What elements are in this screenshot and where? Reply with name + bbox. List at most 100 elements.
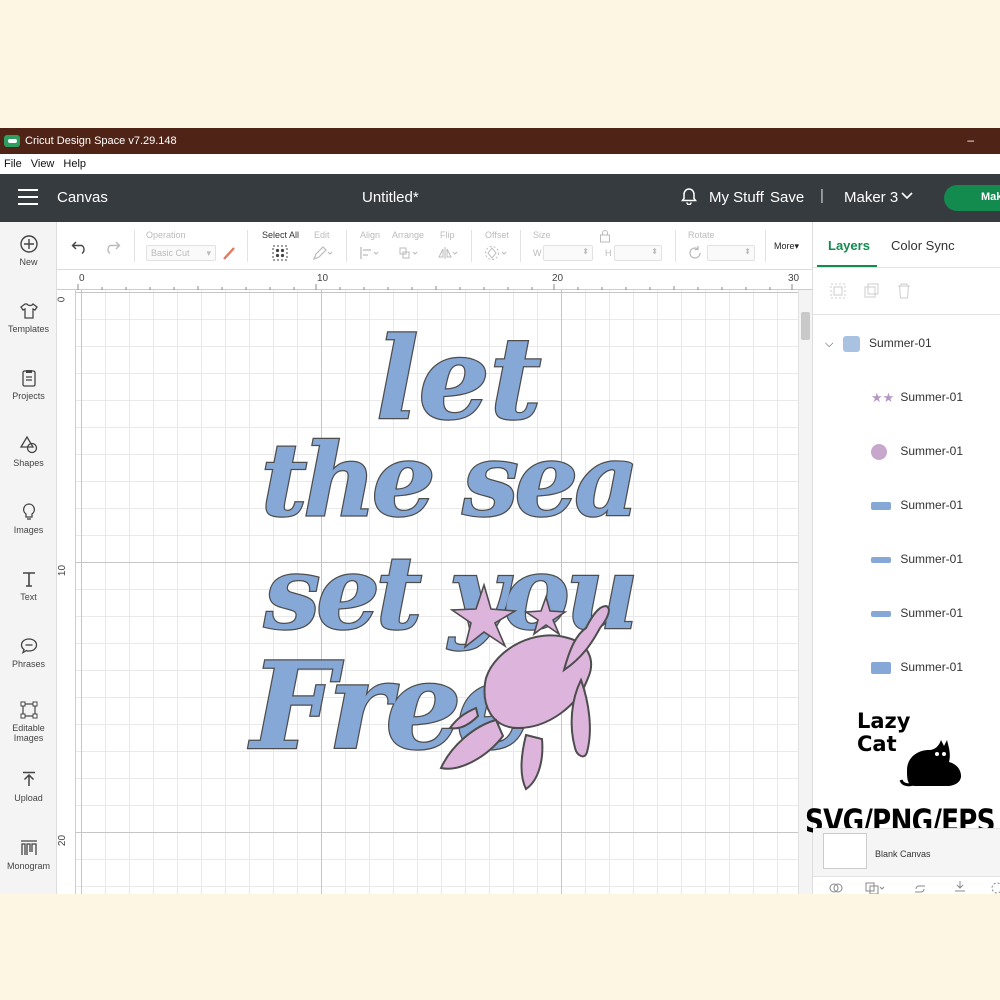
sidebar-item-new[interactable]: New [0, 234, 57, 267]
ruler-tick-label: 0 [56, 296, 68, 303]
toolbar-divider [675, 230, 676, 262]
sidebar-item-text[interactable]: Text [0, 569, 57, 602]
layer-name: Summer-01 [900, 552, 964, 566]
sidebar-label: Images [13, 525, 44, 535]
slice-icon[interactable] [829, 881, 843, 894]
layer-item-turtle[interactable]: Summer-01 [871, 444, 963, 460]
design-line-free[interactable]: Free [247, 635, 535, 779]
group-layers-icon[interactable] [829, 282, 847, 300]
arrange-icon[interactable] [397, 245, 421, 261]
plus-circle-icon [19, 235, 38, 253]
layer-item-free[interactable]: Summer-01 [871, 498, 963, 512]
machine-selector[interactable]: Maker 3 [844, 189, 898, 206]
toolbar-divider [134, 230, 135, 262]
menu-file[interactable]: File [4, 158, 22, 170]
bell-icon[interactable] [681, 187, 697, 205]
design-canvas[interactable]: let the sea set you Free [76, 290, 798, 894]
ruler-tick-label: 10 [57, 564, 69, 577]
ruler-tick-label: 0 [79, 273, 85, 284]
tab-color-sync[interactable]: Color Sync [891, 238, 955, 253]
layer-name: Summer-01 [900, 498, 964, 512]
offset-icon[interactable] [483, 245, 511, 261]
align-icon[interactable] [358, 245, 382, 261]
design-artwork[interactable]: let the sea set you Free [76, 290, 798, 894]
minimize-button[interactable]: – [967, 133, 974, 147]
edit-icon[interactable] [312, 245, 334, 261]
height-input[interactable]: ⬍ [614, 245, 662, 261]
toolbar-divider [247, 230, 248, 262]
blank-canvas-swatch[interactable] [823, 833, 867, 869]
width-label: W [533, 248, 542, 258]
the-sea-thumbnail-icon [871, 610, 891, 617]
operation-select[interactable]: Basic Cut ▾ [146, 245, 216, 261]
ruler-tick-label: 10 [317, 273, 329, 284]
ruler-tick-label: 30 [788, 273, 800, 284]
layer-item-let[interactable]: Summer-01 [871, 660, 963, 674]
save-button[interactable]: Save [770, 189, 804, 206]
contour-icon[interactable] [989, 881, 1000, 894]
blank-canvas-row[interactable]: Blank Canvas [813, 828, 1000, 876]
my-stuff-link[interactable]: My Stuff [709, 189, 764, 206]
select-all-icon[interactable] [271, 244, 289, 262]
layer-name: Summer-01 [869, 336, 932, 351]
free-text-thumbnail-icon [871, 501, 891, 510]
make-button[interactable]: Mak [944, 185, 1000, 211]
combine-icon[interactable] [865, 881, 887, 894]
flip-label: Flip [440, 230, 455, 240]
chevron-down-icon[interactable] [901, 191, 913, 201]
tab-layers[interactable]: Layers [828, 238, 870, 253]
width-input[interactable]: ⬍ [543, 245, 593, 261]
shirt-icon [19, 303, 38, 319]
operation-value: Basic Cut [151, 248, 190, 258]
sidebar-label: New [19, 257, 38, 267]
app-header: Canvas Untitled* My Stuff Save | Maker 3… [0, 174, 1000, 222]
menu-bar: File View Help [0, 154, 1000, 174]
sidebar-item-phrases[interactable]: Phrases [0, 636, 57, 669]
layer-item-stars[interactable]: ★★ Summer-01 [871, 390, 963, 406]
sidebar-item-templates[interactable]: Templates [0, 301, 57, 334]
sidebar-item-editable-images[interactable]: Editable Images [0, 700, 57, 743]
sidebar-label: Projects [12, 391, 45, 401]
undo-icon[interactable] [71, 240, 89, 254]
toolbar-divider [765, 230, 766, 262]
sidebar-item-images[interactable]: Images [0, 502, 57, 535]
sidebar-label: Upload [14, 793, 43, 803]
rotate-icon[interactable] [687, 245, 703, 261]
stepper-icon: ⬍ [651, 247, 658, 256]
duplicate-icon[interactable] [862, 282, 880, 300]
layer-item-set-you[interactable]: Summer-01 [871, 552, 963, 566]
rotate-input[interactable]: ⬍ [707, 245, 755, 261]
sidebar-item-shapes[interactable]: Shapes [0, 435, 57, 468]
design-line-the-sea[interactable]: the sea [260, 420, 641, 541]
layers-panel: Layers Color Sync ⌵ Summer-01 ★★ Summer-… [805, 222, 1000, 894]
size-label: Size [533, 230, 551, 240]
trash-icon[interactable] [895, 282, 913, 300]
sidebar-item-upload[interactable]: Upload [0, 770, 57, 803]
sidebar-item-projects[interactable]: Projects [0, 368, 57, 401]
more-button[interactable]: More▾ [774, 241, 799, 252]
lock-icon[interactable] [599, 229, 611, 243]
flatten-icon[interactable] [953, 880, 967, 894]
layer-item-the-sea[interactable]: Summer-01 [871, 606, 963, 620]
ruler-tick-label: 20 [57, 834, 69, 847]
sidebar-label: Templates [7, 324, 50, 334]
vertical-ruler: 0 10 20 [56, 290, 76, 894]
menu-help[interactable]: Help [63, 158, 86, 170]
sidebar-item-monogram[interactable]: Monogram [0, 838, 57, 871]
chevron-down-icon[interactable]: ⌵ [825, 338, 833, 350]
pen-color-icon[interactable] [221, 245, 237, 261]
edit-toolbar: Operation Basic Cut ▾ Select All Edit Ali… [57, 222, 812, 270]
blank-canvas-label: Blank Canvas [875, 849, 931, 859]
document-title[interactable]: Untitled* [362, 189, 419, 206]
edit-label: Edit [314, 230, 330, 240]
redo-icon[interactable] [103, 240, 121, 254]
layer-group[interactable]: ⌵ Summer-01 [825, 336, 932, 352]
hamburger-menu-icon[interactable] [18, 189, 38, 205]
menu-view[interactable]: View [31, 158, 55, 170]
sidebar-label: Monogram [6, 861, 51, 871]
dropdown-arrow-icon: ▾ [206, 248, 211, 258]
set-you-thumbnail-icon [871, 556, 891, 563]
attach-icon[interactable] [913, 881, 927, 894]
scrollbar-thumb[interactable] [801, 312, 810, 340]
flip-icon[interactable] [437, 245, 461, 261]
